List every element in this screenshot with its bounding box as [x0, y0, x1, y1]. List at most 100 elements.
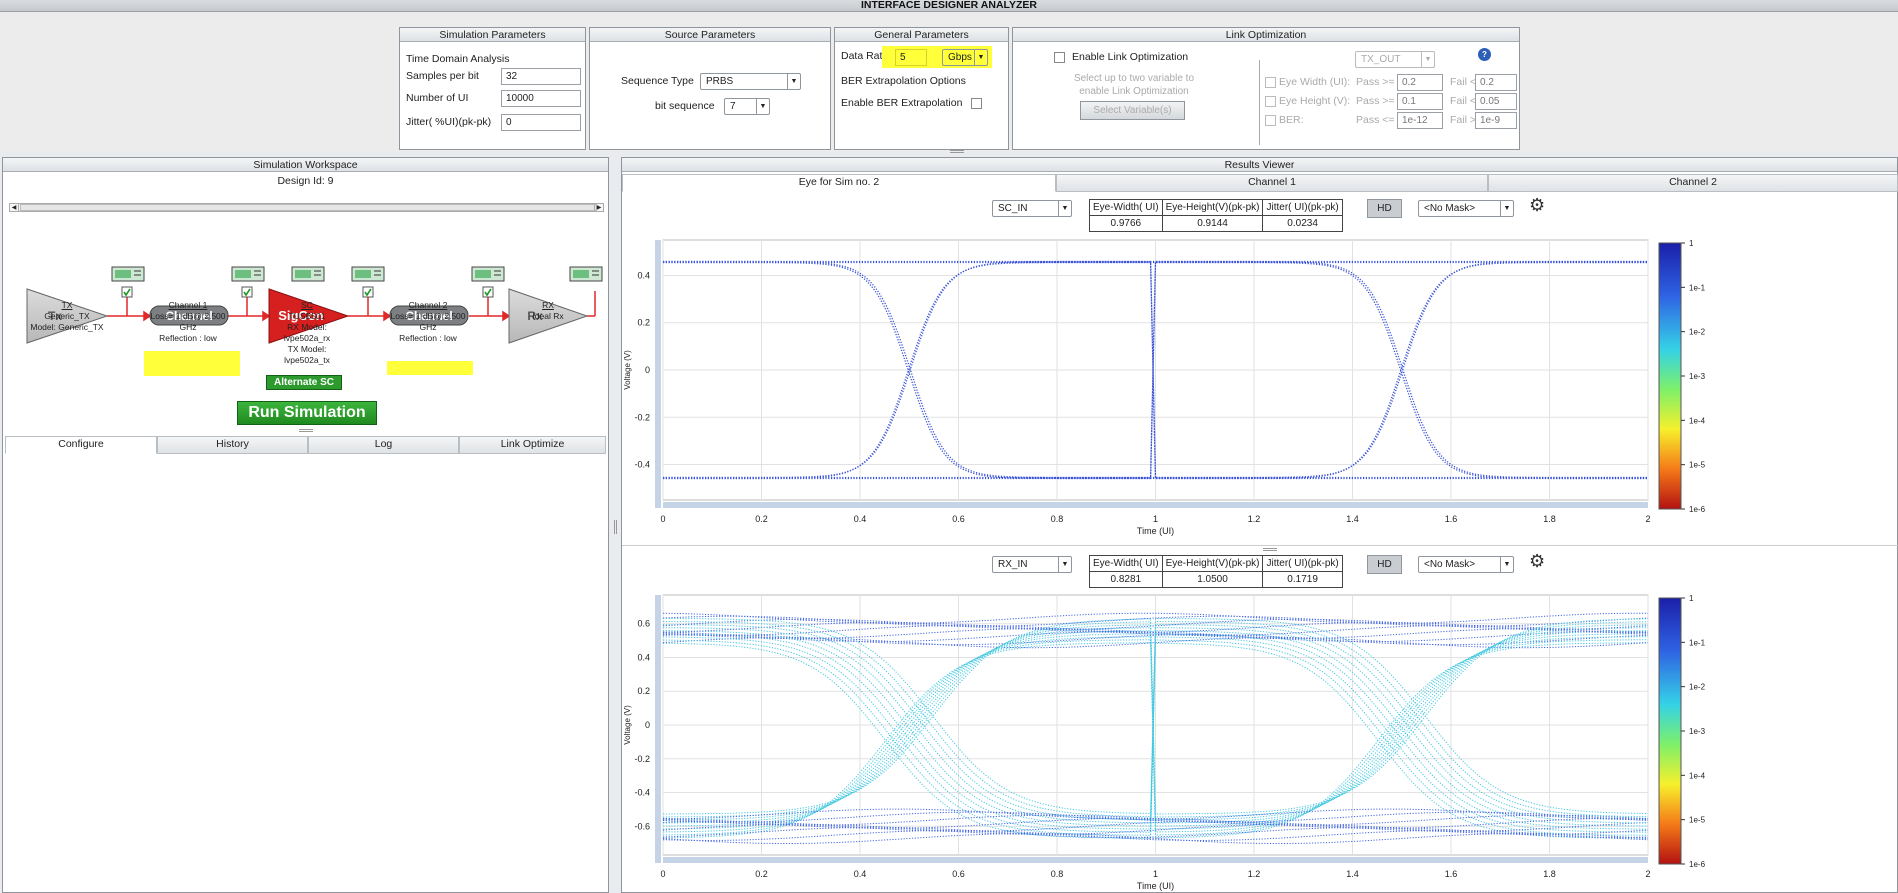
tab-configure[interactable]: Configure — [5, 436, 157, 454]
chevron-down-icon: ▼ — [1500, 201, 1513, 216]
colorbar-label: 1 — [1689, 594, 1694, 603]
simulation-parameters-panel: Simulation Parameters Time Domain Analys… — [399, 27, 586, 150]
data-rate-unit-value: Gbps — [948, 52, 972, 63]
tab-eye-sim[interactable]: Eye for Sim no. 2 — [622, 174, 1056, 192]
design-id: Design Id: 9 — [277, 175, 334, 187]
mask-select-1[interactable]: <No Mask> ▼ — [1418, 200, 1514, 217]
y-tick-label: 0.2 — [637, 686, 650, 696]
workspace-tabs: Configure History Log Link Optimize — [3, 436, 608, 454]
check-icons — [121, 286, 494, 298]
x-tick-label: 0.6 — [952, 869, 965, 879]
probe-select-2[interactable]: RX_IN ▼ — [992, 556, 1072, 573]
link-opt-pass-input[interactable]: 0.1 — [1397, 93, 1443, 110]
colorbar-label: 1e-1 — [1689, 638, 1706, 647]
link-opt-target-value: TX_OUT — [1361, 54, 1401, 65]
check-icon[interactable] — [482, 286, 494, 298]
sequence-type-value: PRBS — [706, 76, 734, 87]
link-opt-pass-input[interactable]: 0.2 — [1397, 74, 1443, 91]
bit-sequence-value: 7 — [730, 101, 736, 112]
scroll-right-icon[interactable]: ▶ — [594, 204, 603, 211]
splitter-handle[interactable] — [1263, 548, 1277, 551]
caption-line[interactable]: SC — [247, 300, 367, 311]
chevron-down-icon: ▼ — [1500, 557, 1513, 572]
highlight-marker — [144, 351, 240, 376]
enable-link-optimization-checkbox[interactable] — [1054, 52, 1065, 63]
hd-button-2[interactable]: HD — [1367, 555, 1402, 574]
caption-line[interactable]: RX — [488, 300, 608, 311]
x-tick-label: 0 — [660, 869, 665, 879]
x-tick-label: 2 — [1645, 514, 1650, 524]
hd-button-1[interactable]: HD — [1367, 199, 1402, 218]
splitter-handle[interactable] — [614, 520, 617, 534]
probe-select-1[interactable]: SC_IN ▼ — [992, 200, 1072, 217]
link-opt-fail-input[interactable]: 0.2 — [1475, 74, 1517, 91]
x-tick-label: 1.4 — [1346, 869, 1359, 879]
x-tick-label: 0.8 — [1051, 869, 1064, 879]
colorbar-label: 1e-2 — [1689, 683, 1706, 692]
probe-scope-icon[interactable] — [471, 266, 505, 282]
probe-scope-icon[interactable] — [111, 266, 145, 282]
link-opt-row-checkbox[interactable] — [1265, 77, 1276, 88]
link-opt-pass-input[interactable]: 1e-12 — [1397, 112, 1443, 129]
scroll-thumb[interactable] — [20, 204, 597, 211]
gear-icon[interactable]: ⚙ — [1529, 552, 1545, 570]
tab-history[interactable]: History — [157, 436, 308, 454]
check-icon[interactable] — [362, 286, 374, 298]
caption-line: Loss= 1 dB@ 2.500 — [390, 311, 466, 321]
mask-select-2[interactable]: <No Mask> ▼ — [1418, 556, 1514, 573]
data-rate-unit-select[interactable]: Gbps ▼ — [942, 49, 988, 66]
gear-icon[interactable]: ⚙ — [1529, 196, 1545, 214]
chevron-down-icon: ▼ — [1058, 201, 1071, 216]
tab-link-optimize[interactable]: Link Optimize — [459, 436, 606, 454]
tab-log[interactable]: Log — [308, 436, 459, 454]
link-opt-fail-input[interactable]: 1e-9 — [1475, 112, 1517, 129]
probe-scope-icon[interactable] — [291, 266, 325, 282]
ui-label: Number of UI — [406, 92, 469, 104]
x-tick-label: 1 — [1153, 514, 1158, 524]
caption-line[interactable]: TX — [7, 300, 127, 311]
select-variables-button[interactable]: Select Variable(s) — [1080, 101, 1185, 120]
link-opt-row-checkbox[interactable] — [1265, 115, 1276, 126]
check-icon[interactable] — [121, 286, 133, 298]
link-opt-row-checkbox[interactable] — [1265, 96, 1276, 107]
ui-input[interactable]: 10000 — [501, 90, 581, 107]
ber-enable-checkbox[interactable] — [971, 98, 982, 109]
splitter-handle[interactable] — [950, 150, 964, 153]
x-tick-label: 0.4 — [854, 869, 867, 879]
jitter-label: Jitter( %UI)(pk-pk) — [406, 116, 492, 128]
data-rate-input[interactable]: 5 — [895, 49, 927, 66]
help-icon[interactable]: ? — [1478, 48, 1491, 61]
splitter-handle[interactable] — [299, 429, 313, 432]
alternate-sc-button[interactable]: Alternate SC — [266, 375, 342, 390]
link-opt-target-select[interactable]: TX_OUT ▼ — [1355, 51, 1435, 68]
scroll-left-icon[interactable]: ◀ — [10, 204, 19, 211]
y-tick-label: 0.4 — [637, 270, 650, 280]
jitter-input[interactable]: 0 — [501, 114, 581, 131]
probe-scope-icon[interactable] — [569, 266, 603, 282]
tab-channel-1[interactable]: Channel 1 — [1056, 174, 1488, 192]
eye-diagram-chart-2: 0 0.2 0.4 0.6 0.8 1 1.2 1.4 1.6 1.8 2 0.6 0.4 0.2 0 -0.… — [623, 594, 1706, 891]
caption-line[interactable]: Channel 1 — [128, 300, 248, 311]
y-axis-label: Voltage (V) — [623, 705, 632, 745]
check-icon[interactable] — [241, 286, 253, 298]
horizontal-scrollbar[interactable]: ◀ ▶ — [9, 203, 604, 212]
divider — [1259, 60, 1260, 145]
link-opt-fail-input[interactable]: 0.05 — [1475, 93, 1517, 110]
bit-sequence-select[interactable]: 7 ▼ — [724, 98, 770, 115]
samples-input[interactable]: 32 — [501, 68, 581, 85]
panel-header: Simulation Parameters — [400, 28, 585, 42]
x-scrollbar — [663, 857, 1648, 863]
colorbar-label: 1e-5 — [1689, 816, 1706, 825]
probe-scope-icon[interactable] — [231, 266, 265, 282]
colorbar-label: 1e-1 — [1689, 283, 1706, 292]
tab-channel-2[interactable]: Channel 2 — [1488, 174, 1898, 192]
chevron-down-icon: ▼ — [974, 50, 987, 65]
x-tick-label: 1.2 — [1248, 869, 1261, 879]
y-tick-label: -0.4 — [634, 460, 650, 470]
sequence-type-label: Sequence Type — [621, 75, 694, 87]
run-simulation-button[interactable]: Run Simulation — [237, 401, 377, 425]
caption-line[interactable]: Channel 2 — [368, 300, 488, 311]
sequence-type-select[interactable]: PRBS ▼ — [700, 73, 801, 90]
probe-scope-icon[interactable] — [351, 266, 385, 282]
eye-width-header: Eye-Width( UI) — [1089, 555, 1163, 572]
